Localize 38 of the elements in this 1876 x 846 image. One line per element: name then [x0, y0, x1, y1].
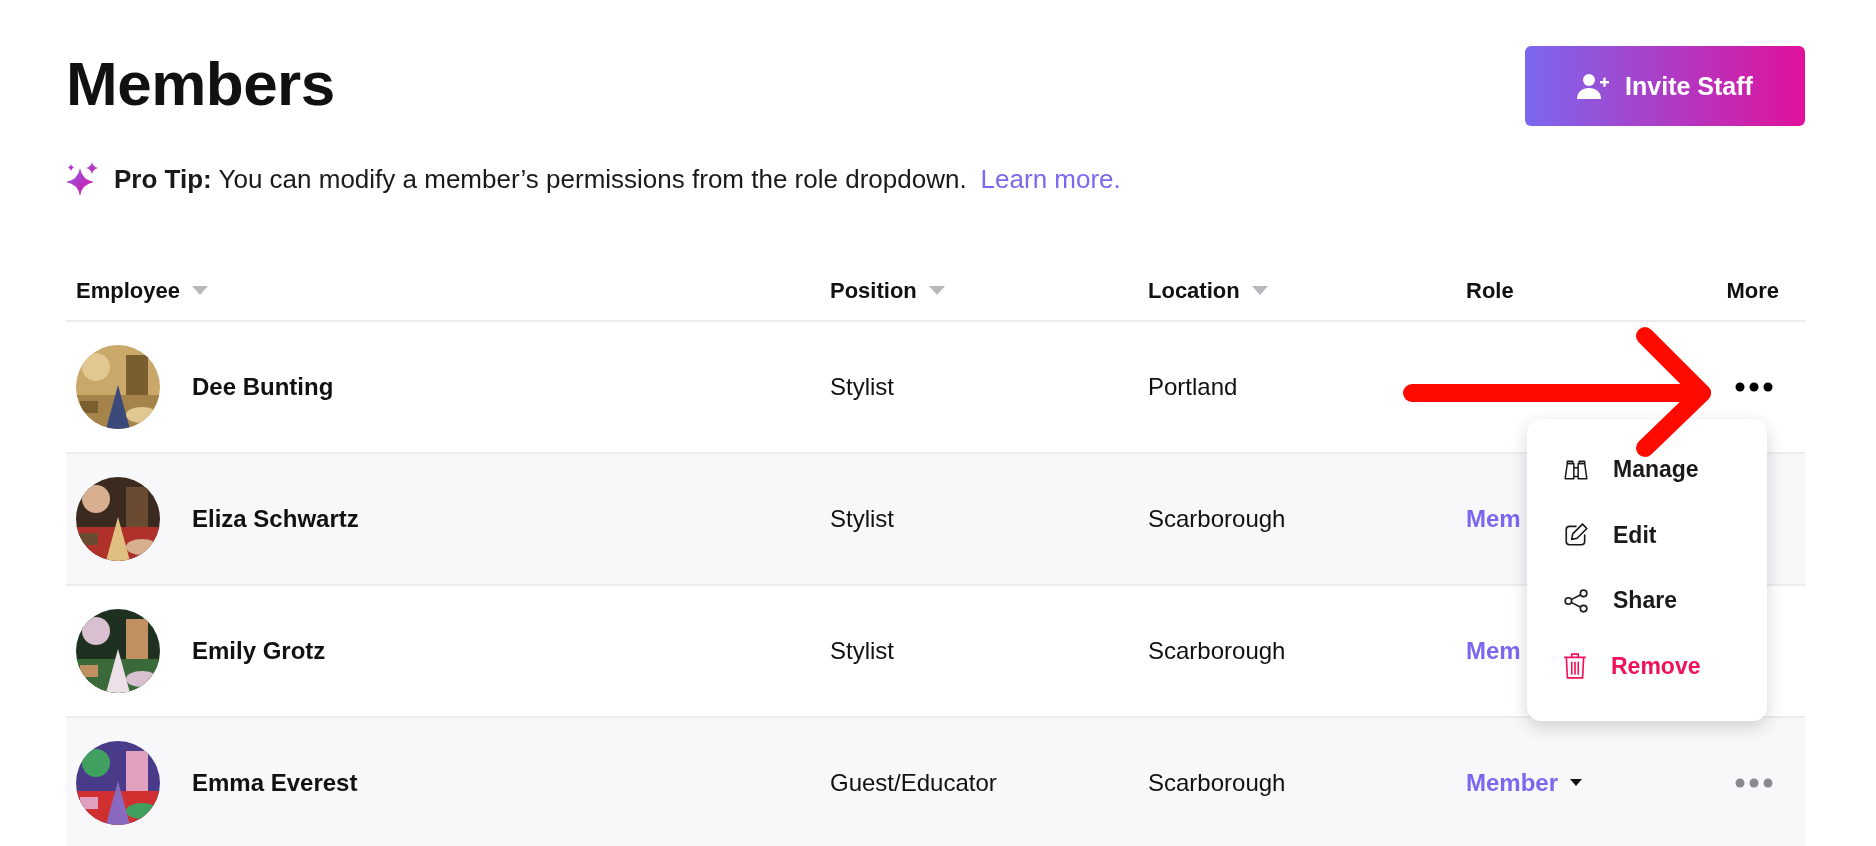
learn-more-link[interactable]: Learn more.	[980, 163, 1121, 194]
role-dropdown[interactable]: Member	[1466, 769, 1583, 797]
trash-icon	[1563, 653, 1587, 680]
position-text: Stylist	[830, 505, 894, 532]
employee-name: Dee Bunting	[192, 373, 334, 401]
sort-caret-icon[interactable]	[1251, 286, 1268, 296]
menu-item[interactable]: Manage	[1563, 437, 1767, 503]
employee-name: Eliza Schwartz	[192, 505, 359, 533]
sparkle-icon	[66, 162, 100, 196]
menu-item[interactable]: Remove	[1563, 633, 1767, 699]
position-text: Guest/Educator	[830, 769, 997, 796]
employee-name: Emily Grotz	[192, 637, 326, 665]
share-icon	[1563, 587, 1589, 614]
role-dropdown[interactable]: Mem	[1466, 505, 1521, 533]
column-header[interactable]: Position	[830, 278, 945, 304]
menu-item[interactable]: Share	[1563, 568, 1767, 634]
invite-staff-button[interactable]: Invite Staff	[1525, 46, 1805, 126]
more-icon[interactable]	[1735, 382, 1773, 392]
role-dropdown[interactable]: Mem	[1466, 637, 1521, 665]
user-plus-icon	[1577, 72, 1610, 100]
employee-name: Emma Everest	[192, 769, 358, 797]
position-text: Stylist	[830, 373, 894, 400]
sort-caret-icon[interactable]	[191, 286, 208, 296]
location-text: Scarborough	[1148, 637, 1286, 664]
location-text: Scarborough	[1148, 769, 1286, 796]
column-header: More	[1726, 278, 1779, 304]
column-header[interactable]: Employee	[66, 278, 208, 304]
menu-item[interactable]: Edit	[1563, 502, 1767, 568]
caret-icon	[1570, 779, 1583, 787]
sort-caret-icon[interactable]	[928, 286, 945, 296]
location-text: Portland	[1148, 373, 1238, 400]
column-header: Role	[1466, 278, 1514, 304]
column-header[interactable]: Location	[1148, 278, 1268, 304]
edit-icon	[1563, 522, 1589, 549]
pro-tip-text: Pro Tip: You can modify a member’s permissions from the role dropdown. Learn more.	[114, 163, 1121, 195]
location-text: Scarborough	[1148, 505, 1286, 532]
page-title: Members	[66, 48, 335, 120]
position-text: Stylist	[830, 637, 894, 664]
